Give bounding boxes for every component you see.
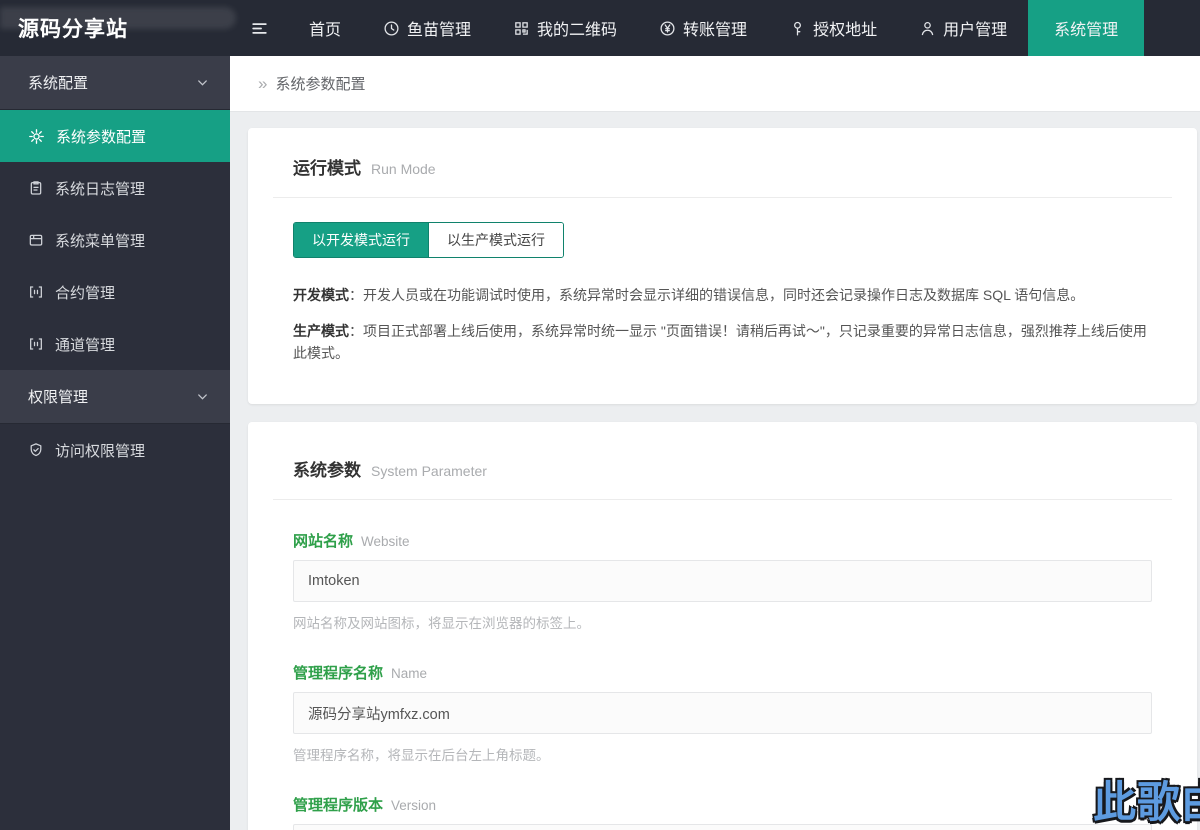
sidebar-item-label: 系统参数配置 [56, 128, 147, 146]
card-title: 系统参数 [293, 461, 361, 480]
sidebar-item-system-log[interactable]: 系统日志管理 [0, 162, 230, 214]
topnav-transfer-management[interactable]: 转账管理 [638, 0, 768, 56]
topbar: 源码分享站 首页 鱼苗管理 我的二维码 转账管理 授权地址 用户管理 系统管理 [0, 0, 1200, 56]
content-scroll-area: 运行模式 Run Mode 以开发模式运行 以生产模式运行 开发模式：开发人员或… [230, 112, 1200, 830]
note-text: ：项目正式部署上线后使用，系统异常时统一显示 "页面错误！请稍后再试～"，只记录… [293, 323, 1147, 361]
admin-version-input[interactable] [293, 824, 1152, 830]
note-term: 开发模式 [293, 287, 349, 303]
card-subtitle: Run Mode [371, 161, 436, 177]
topnav-item-label: 转账管理 [683, 22, 748, 39]
sidebar-group-label: 权限管理 [28, 389, 89, 406]
field-hint: 管理程序名称，将显示在后台左上角标题。 [293, 748, 550, 763]
sidebar-item-label: 合约管理 [55, 284, 116, 302]
sidebar-item-system-menu[interactable]: 系统菜单管理 [0, 214, 230, 266]
breadcrumb: » 系统参数配置 [230, 56, 1200, 112]
topnav-item-label: 我的二维码 [537, 22, 618, 39]
admin-name-field: 管理程序名称 Name 管理程序名称，将显示在后台左上角标题。 [293, 662, 1152, 764]
topnav-system-management[interactable]: 系统管理 [1028, 0, 1145, 56]
breadcrumb-label: 系统参数配置 [275, 76, 366, 93]
field-label: 管理程序版本 [293, 797, 384, 814]
field-sublabel: Website [361, 534, 410, 549]
run-mode-card: 运行模式 Run Mode 以开发模式运行 以生产模式运行 开发模式：开发人员或… [248, 128, 1197, 404]
topnav-item-label: 系统管理 [1054, 22, 1119, 39]
sidebar-group-system-config[interactable]: 系统配置 [0, 56, 230, 110]
admin-name-input[interactable] [293, 692, 1152, 734]
note-text: ：开发人员或在功能调试时使用，系统异常时会显示详细的错误信息，同时还会记录操作日… [349, 287, 1085, 303]
channel-brackets-icon [28, 336, 44, 352]
menu-toggle-icon [250, 19, 269, 38]
clipboard-icon [28, 180, 44, 196]
topnav-fry-management[interactable]: 鱼苗管理 [362, 0, 492, 56]
contract-brackets-icon [28, 284, 44, 300]
website-name-input[interactable] [293, 560, 1152, 602]
sidebar-item-label: 系统菜单管理 [55, 232, 146, 250]
note-term: 生产模式 [293, 323, 349, 339]
topnav-auth-address[interactable]: 授权地址 [768, 0, 898, 56]
sidebar-toggle-button[interactable] [230, 0, 288, 56]
chevron-down-icon [195, 75, 210, 90]
window-icon [28, 232, 44, 248]
sidebar-item-label: 访问权限管理 [55, 442, 146, 460]
topnav-item-label: 首页 [309, 22, 342, 39]
admin-version-field: 管理程序版本 Version 管理程序版本，将显示在后台左上角标题。 [293, 794, 1152, 830]
topnav-user-management[interactable]: 用户管理 [898, 0, 1028, 56]
gear-icon [28, 128, 45, 145]
qr-code-icon [513, 20, 530, 37]
main-area: » 系统参数配置 运行模式 Run Mode 以开发模式运行 以生产模式运行 开… [230, 56, 1200, 830]
field-label: 网站名称 [293, 533, 354, 550]
topnav-home[interactable]: 首页 [288, 0, 362, 56]
dev-mode-note: 开发模式：开发人员或在功能调试时使用，系统异常时会显示详细的错误信息，同时还会记… [293, 284, 1152, 306]
field-label: 管理程序名称 [293, 665, 384, 682]
sidebar-item-access-permission[interactable]: 访问权限管理 [0, 424, 230, 476]
field-sublabel: Name [391, 666, 428, 681]
topnav-item-label: 用户管理 [943, 22, 1008, 39]
dev-mode-button[interactable]: 以开发模式运行 [294, 223, 428, 257]
field-hint: 网站名称及网站图标，将显示在浏览器的标签上。 [293, 616, 590, 631]
chevron-down-icon [195, 389, 210, 404]
sidebar-item-contract-management[interactable]: 合约管理 [0, 266, 230, 318]
website-name-field: 网站名称 Website 网站名称及网站图标，将显示在浏览器的标签上。 [293, 530, 1152, 632]
sidebar-item-channel-management[interactable]: 通道管理 [0, 318, 230, 370]
system-param-card: 系统参数 System Parameter 网站名称 Website 网站名称及… [248, 422, 1197, 830]
sidebar-item-system-param-config[interactable]: 系统参数配置 [0, 110, 230, 162]
topnav-item-label: 授权地址 [813, 22, 878, 39]
sidebar-group-label: 系统配置 [28, 75, 89, 92]
app-title: 源码分享站 [18, 18, 128, 41]
prod-mode-note: 生产模式：项目正式部署上线后使用，系统异常时统一显示 "页面错误！请稍后再试～"… [293, 320, 1152, 364]
card-title: 运行模式 [293, 159, 361, 178]
top-navigation: 首页 鱼苗管理 我的二维码 转账管理 授权地址 用户管理 系统管理 [288, 0, 1200, 56]
key-icon [789, 20, 806, 37]
card-subtitle: System Parameter [371, 463, 487, 479]
yen-circle-icon [659, 20, 676, 37]
clock-icon [383, 20, 400, 37]
shield-check-icon [28, 442, 44, 458]
sidebar: 系统配置 系统参数配置 系统日志管理 系统菜单管理 合约管理 通道管理 权限管理… [0, 56, 230, 830]
sidebar-item-label: 通道管理 [55, 336, 116, 354]
prod-mode-button[interactable]: 以生产模式运行 [428, 223, 563, 257]
field-sublabel: Version [391, 798, 437, 813]
topnav-item-label: 鱼苗管理 [407, 22, 472, 39]
sidebar-group-permission[interactable]: 权限管理 [0, 370, 230, 424]
divider [273, 499, 1172, 500]
sidebar-item-label: 系统日志管理 [55, 180, 146, 198]
app-logo: 源码分享站 [0, 0, 236, 56]
double-chevron-icon: » [258, 73, 268, 93]
divider [273, 197, 1172, 198]
topnav-my-qrcode[interactable]: 我的二维码 [492, 0, 638, 56]
run-mode-button-group: 以开发模式运行 以生产模式运行 [293, 222, 564, 258]
user-icon [919, 20, 936, 37]
